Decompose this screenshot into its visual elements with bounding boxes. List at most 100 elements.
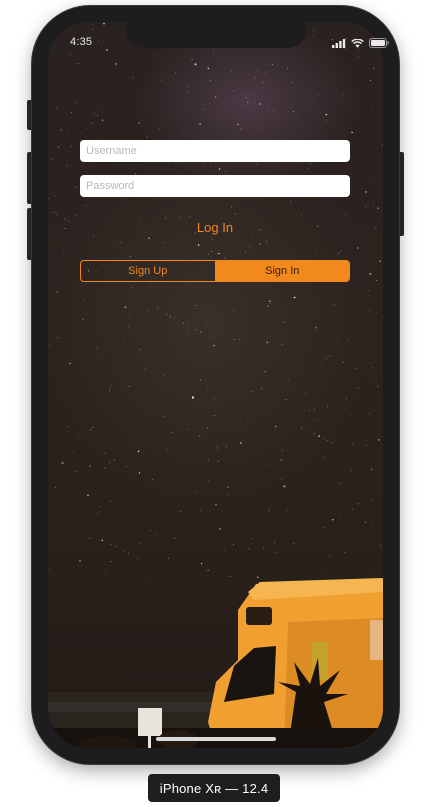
star [344, 48, 346, 49]
star [196, 329, 197, 331]
star [347, 339, 348, 341]
star [335, 473, 337, 475]
star [315, 327, 317, 329]
star [212, 239, 213, 240]
star [60, 129, 62, 131]
star [368, 413, 370, 415]
star [252, 538, 254, 540]
star [282, 449, 283, 451]
star [201, 541, 203, 543]
star [285, 399, 287, 400]
star [152, 479, 154, 480]
star [224, 257, 226, 259]
star [128, 326, 129, 327]
star [234, 213, 236, 215]
star [48, 197, 49, 199]
star [111, 384, 112, 386]
star [314, 433, 315, 435]
log-in-button[interactable]: Log In [80, 220, 350, 235]
star [115, 546, 116, 548]
segment-sign-in[interactable]: Sign In [214, 261, 349, 281]
star [132, 287, 134, 288]
password-field[interactable] [80, 175, 350, 197]
star [146, 136, 148, 138]
star [164, 514, 166, 516]
star [325, 358, 327, 359]
star [66, 426, 68, 427]
star [128, 386, 130, 388]
star [104, 42, 105, 44]
star [296, 118, 298, 120]
star [377, 386, 379, 388]
star [116, 418, 118, 420]
star [140, 349, 141, 351]
star [332, 519, 334, 521]
star [365, 522, 367, 524]
star [72, 452, 74, 454]
star [78, 437, 79, 439]
star [313, 30, 315, 32]
star [344, 552, 346, 554]
star [233, 310, 235, 312]
star [163, 374, 164, 376]
star [56, 291, 58, 293]
star [180, 511, 182, 512]
star [290, 200, 292, 202]
star [122, 217, 124, 219]
star [365, 191, 367, 193]
auth-mode-segmented-control[interactable]: Sign Up Sign In [80, 260, 350, 282]
star [281, 343, 283, 345]
star [329, 355, 331, 357]
star [130, 444, 132, 445]
star [106, 49, 108, 51]
star [367, 203, 369, 205]
star [227, 494, 229, 495]
star [358, 503, 359, 505]
star [163, 415, 165, 417]
star [138, 472, 141, 474]
star [59, 322, 60, 324]
star [376, 280, 378, 282]
star [316, 252, 318, 254]
app-screen: Log In Sign Up Sign In [48, 22, 383, 748]
star [267, 64, 269, 66]
star [274, 542, 276, 543]
star [104, 467, 106, 469]
star [261, 388, 262, 390]
star [109, 389, 110, 391]
star [293, 543, 295, 545]
star [371, 521, 373, 523]
star [213, 344, 215, 347]
star [293, 297, 294, 298]
star [230, 206, 232, 208]
star [167, 449, 169, 450]
star [125, 198, 127, 200]
star [51, 212, 53, 213]
star [178, 216, 180, 218]
star [174, 538, 175, 539]
star [101, 105, 102, 107]
star [144, 368, 146, 370]
star [114, 459, 115, 461]
star [357, 247, 359, 249]
username-field[interactable] [80, 140, 350, 162]
star [342, 361, 344, 363]
star [49, 345, 51, 346]
star [64, 228, 66, 230]
star [188, 329, 189, 331]
star [213, 50, 214, 52]
star [375, 227, 377, 229]
star [171, 432, 173, 433]
star [91, 122, 93, 124]
phone-notch [126, 22, 306, 48]
star [373, 67, 375, 70]
star [312, 98, 314, 99]
star [174, 318, 175, 320]
star [351, 470, 352, 471]
star [57, 337, 59, 339]
star [199, 123, 201, 126]
star [268, 107, 270, 109]
home-indicator[interactable] [156, 737, 276, 741]
segment-sign-up[interactable]: Sign Up [81, 261, 215, 281]
star [274, 551, 276, 553]
